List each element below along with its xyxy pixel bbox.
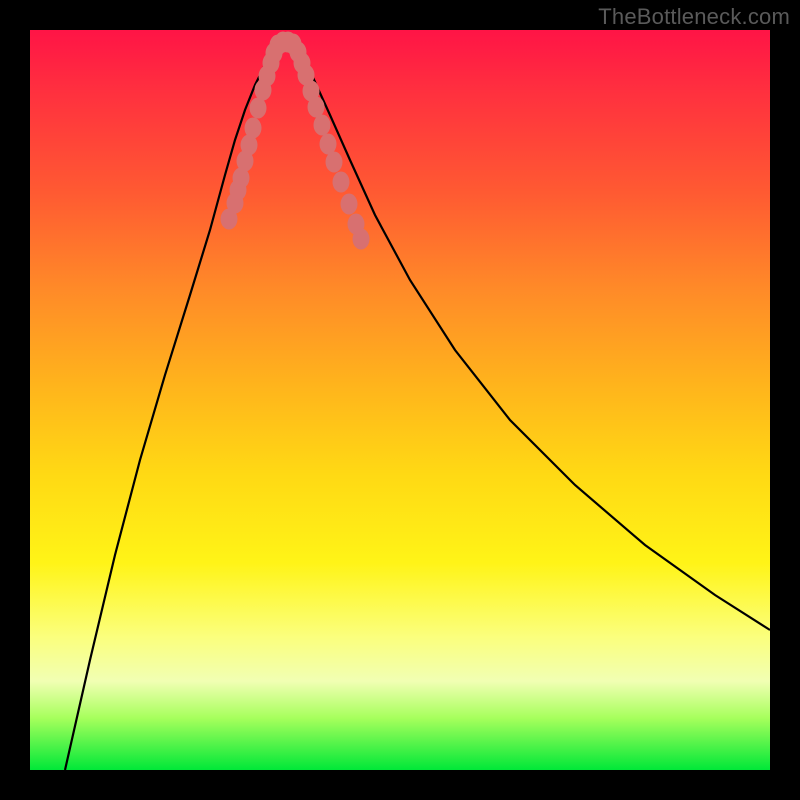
marker-point [314,115,331,136]
marker-point [250,98,267,119]
plot-area [30,30,770,770]
marker-point [341,194,358,215]
watermark-text: TheBottleneck.com [598,4,790,30]
marker-point [353,229,370,250]
marker-point [326,152,343,173]
chart-canvas: TheBottleneck.com [0,0,800,800]
marker-point [333,172,350,193]
marker-point [245,118,262,139]
marker-cluster-group [221,32,370,250]
points-layer [30,30,770,770]
marker-point [320,134,337,155]
marker-point [308,97,325,118]
